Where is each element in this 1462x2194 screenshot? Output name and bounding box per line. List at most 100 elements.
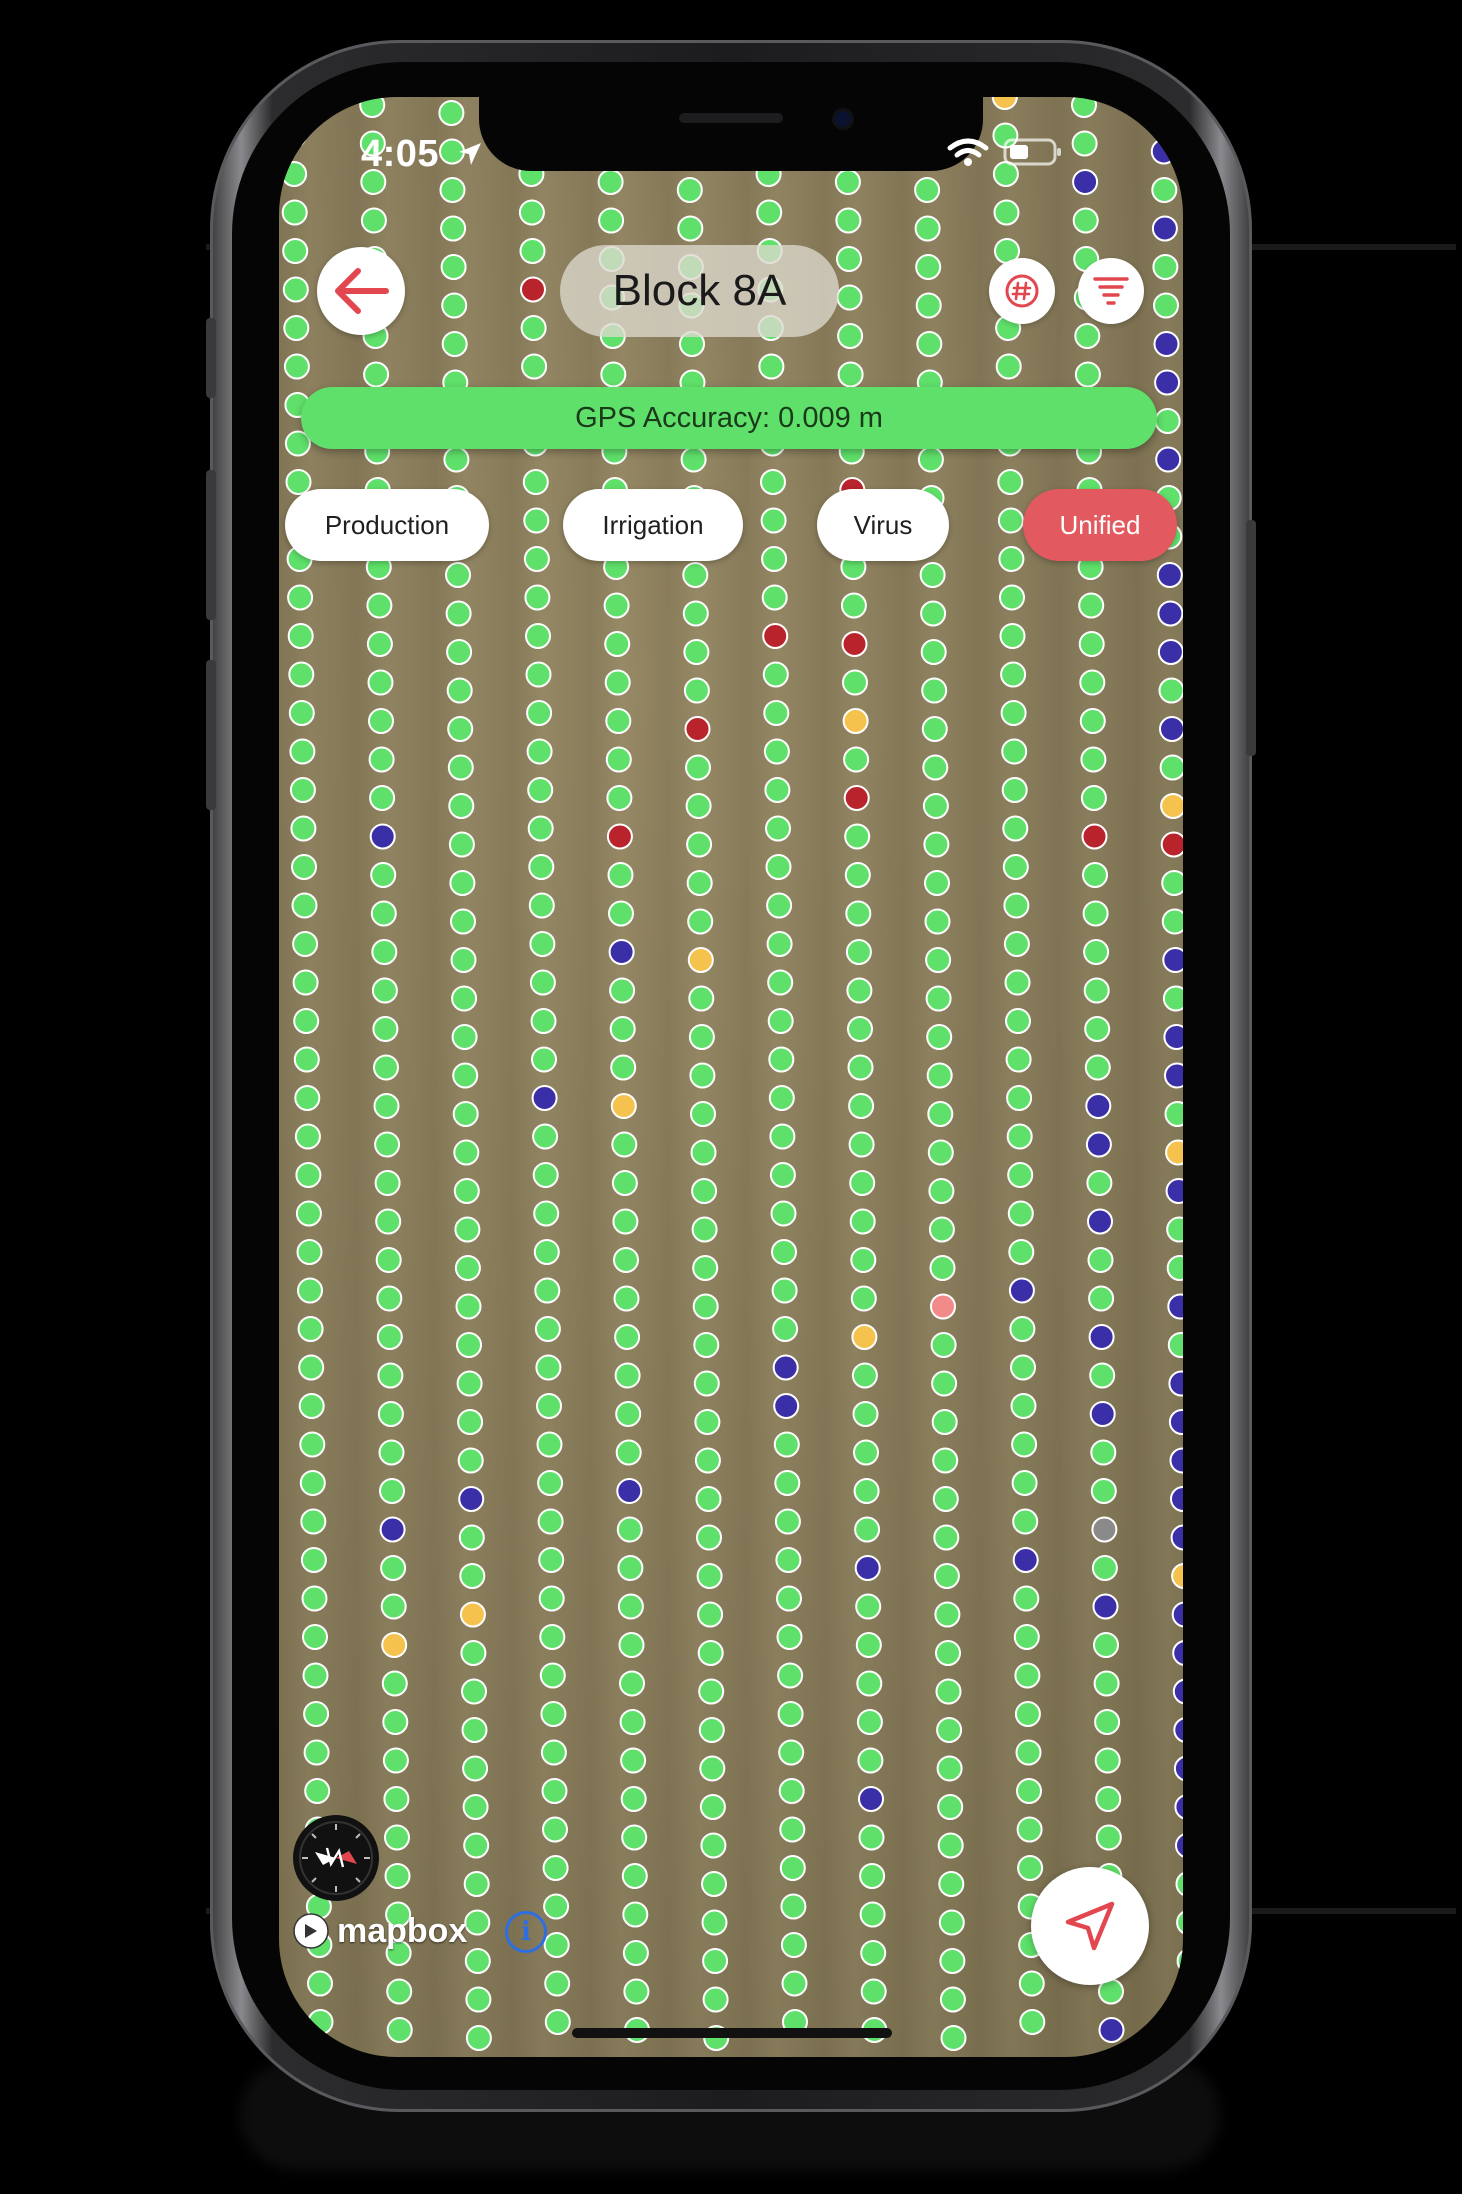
vine-marker-blue[interactable]: [1157, 600, 1183, 627]
vine-marker-healthy[interactable]: [1151, 177, 1178, 203]
vine-marker-healthy[interactable]: [295, 1200, 322, 1227]
vine-marker-healthy[interactable]: [300, 1508, 327, 1535]
vine-marker-healthy[interactable]: [853, 1439, 879, 1466]
vine-marker-healthy[interactable]: [858, 1824, 885, 1851]
vine-marker-healthy[interactable]: [293, 1008, 320, 1034]
vine-marker-healthy[interactable]: [776, 1585, 802, 1612]
tab-unified[interactable]: Unified: [1023, 489, 1177, 561]
vine-marker-healthy[interactable]: [448, 831, 475, 858]
vine-marker-healthy[interactable]: [927, 1139, 954, 1166]
vine-marker-healthy[interactable]: [694, 1409, 721, 1435]
vine-marker-healthy[interactable]: [288, 661, 315, 688]
vine-marker-healthy[interactable]: [932, 1447, 959, 1474]
vine-marker-healthy[interactable]: [997, 469, 1024, 495]
vine-marker-healthy[interactable]: [619, 1709, 646, 1735]
vine-marker-healthy[interactable]: [1087, 1247, 1114, 1273]
vine-marker-healthy[interactable]: [378, 1439, 405, 1466]
vine-marker-healthy[interactable]: [376, 1285, 403, 1312]
vine-marker-healthy[interactable]: [995, 353, 1022, 380]
vine-marker-healthy[interactable]: [282, 276, 309, 303]
vine-marker-blue[interactable]: [1087, 1208, 1113, 1235]
vine-marker-healthy[interactable]: [998, 546, 1025, 572]
vine-marker-healthy[interactable]: [616, 1516, 643, 1543]
vine-marker-healthy[interactable]: [850, 1247, 877, 1273]
vine-marker-healthy[interactable]: [456, 1370, 483, 1397]
vine-marker-healthy[interactable]: [522, 469, 549, 495]
vine-marker-healthy[interactable]: [609, 977, 636, 1004]
vine-marker-healthy[interactable]: [372, 1016, 399, 1042]
vine-marker-blue[interactable]: [1085, 1093, 1112, 1119]
vine-marker-healthy[interactable]: [1086, 1170, 1113, 1196]
vine-marker-healthy[interactable]: [849, 1208, 876, 1235]
vine-marker-healthy[interactable]: [758, 353, 785, 380]
vine-marker-healthy[interactable]: [774, 1470, 801, 1496]
vine-marker-healthy[interactable]: [916, 331, 943, 357]
vine-marker-healthy[interactable]: [379, 1478, 405, 1504]
vine-marker-healthy[interactable]: [779, 1816, 806, 1843]
vine-marker-healthy[interactable]: [1007, 1200, 1034, 1227]
vine-marker-healthy[interactable]: [370, 900, 397, 927]
vine-marker-healthy[interactable]: [606, 785, 633, 811]
vine-marker-healthy[interactable]: [1015, 1739, 1042, 1766]
vine-marker-healthy[interactable]: [1162, 985, 1183, 1012]
vine-marker-healthy[interactable]: [458, 1524, 485, 1551]
vine-marker-healthy[interactable]: [1080, 746, 1107, 773]
vine-marker-healthy[interactable]: [701, 1871, 727, 1897]
vine-marker-yellow[interactable]: [459, 1601, 486, 1628]
vine-marker-healthy[interactable]: [446, 639, 473, 665]
vine-marker-healthy[interactable]: [373, 1054, 399, 1081]
vine-marker-healthy[interactable]: [680, 446, 707, 473]
vine-marker-healthy[interactable]: [1078, 592, 1105, 619]
vine-marker-healthy[interactable]: [924, 870, 950, 896]
vine-marker-healthy[interactable]: [767, 969, 794, 996]
vine-marker-healthy[interactable]: [849, 1170, 876, 1196]
vine-marker-healthy[interactable]: [610, 1054, 637, 1081]
vine-marker-healthy[interactable]: [1078, 631, 1105, 657]
vine-marker-healthy[interactable]: [463, 1871, 490, 1897]
vine-marker-healthy[interactable]: [1079, 669, 1106, 696]
vine-marker-healthy[interactable]: [623, 1978, 650, 2005]
vine-marker-healthy[interactable]: [535, 1354, 562, 1381]
vine-marker-healthy[interactable]: [923, 831, 950, 858]
vine-marker-healthy[interactable]: [289, 777, 316, 803]
vine-marker-healthy[interactable]: [622, 1940, 649, 1966]
vine-marker-healthy[interactable]: [622, 1901, 649, 1928]
vine-marker-healthy[interactable]: [933, 1524, 960, 1551]
vine-marker-healthy[interactable]: [528, 854, 555, 880]
vine-marker-healthy[interactable]: [441, 331, 468, 357]
vine-marker-healthy[interactable]: [844, 862, 871, 888]
vine-marker-healthy[interactable]: [457, 1409, 484, 1435]
vine-marker-blue[interactable]: [1171, 1601, 1183, 1628]
vine-marker-healthy[interactable]: [536, 1393, 562, 1419]
vine-marker-healthy[interactable]: [612, 1208, 639, 1235]
vine-marker-healthy[interactable]: [299, 1470, 326, 1496]
vine-marker-healthy[interactable]: [848, 1093, 875, 1119]
vine-marker-healthy[interactable]: [1011, 1431, 1038, 1458]
vine-marker-healthy[interactable]: [914, 177, 941, 203]
vine-marker-healthy[interactable]: [380, 1593, 407, 1620]
vine-marker-healthy[interactable]: [370, 862, 397, 888]
vine-marker-healthy[interactable]: [1074, 361, 1101, 388]
vine-marker-healthy[interactable]: [614, 1324, 641, 1350]
vine-marker-blue[interactable]: [1173, 1756, 1183, 1781]
vine-marker-healthy[interactable]: [618, 1632, 645, 1658]
vine-marker-healthy[interactable]: [377, 1362, 404, 1389]
vine-marker-healthy[interactable]: [283, 353, 310, 380]
vine-marker-blue[interactable]: [1159, 716, 1183, 742]
vine-marker-healthy[interactable]: [371, 939, 398, 965]
vine-marker-blue[interactable]: [1092, 1593, 1119, 1620]
vine-marker-healthy[interactable]: [852, 1401, 879, 1427]
vine-marker-healthy[interactable]: [766, 931, 793, 957]
vine-marker-healthy[interactable]: [696, 1563, 723, 1589]
vine-marker-healthy[interactable]: [924, 908, 951, 935]
vine-marker-healthy[interactable]: [537, 1508, 564, 1535]
vine-marker-healthy[interactable]: [541, 1778, 568, 1804]
vine-marker-pink[interactable]: [930, 1293, 956, 1320]
vine-marker-healthy[interactable]: [447, 716, 474, 742]
vine-marker-healthy[interactable]: [760, 469, 786, 495]
vine-marker-healthy[interactable]: [698, 1678, 725, 1705]
vine-marker-healthy[interactable]: [1007, 1162, 1034, 1188]
vine-marker-healthy[interactable]: [761, 546, 788, 572]
vine-marker-healthy[interactable]: [935, 1678, 962, 1705]
vine-marker-healthy[interactable]: [1166, 1255, 1183, 1281]
